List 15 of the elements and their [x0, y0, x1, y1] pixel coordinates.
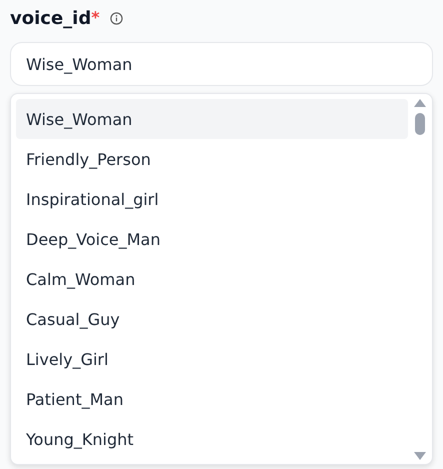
- dropdown-option[interactable]: Inspirational_girl: [16, 179, 408, 219]
- dropdown-option[interactable]: Wise_Woman: [16, 99, 408, 139]
- dropdown-option[interactable]: Casual_Guy: [16, 299, 408, 339]
- dropdown-option[interactable]: Lively_Girl: [16, 339, 408, 379]
- dropdown-option[interactable]: Deep_Voice_Man: [16, 219, 408, 259]
- scroll-down-icon[interactable]: [414, 452, 426, 460]
- dropdown-option[interactable]: Patient_Man: [16, 379, 408, 419]
- scrollbar-thumb[interactable]: [415, 113, 425, 135]
- scroll-up-icon[interactable]: [414, 99, 426, 107]
- dropdown-option[interactable]: Young_Knight: [16, 419, 408, 459]
- field-label: voice_id*: [10, 8, 100, 28]
- dropdown-option[interactable]: Calm_Woman: [16, 259, 408, 299]
- dropdown-option[interactable]: Friendly_Person: [16, 139, 408, 179]
- voice-id-field[interactable]: Wise_Woman: [10, 42, 433, 86]
- info-icon[interactable]: [110, 12, 123, 24]
